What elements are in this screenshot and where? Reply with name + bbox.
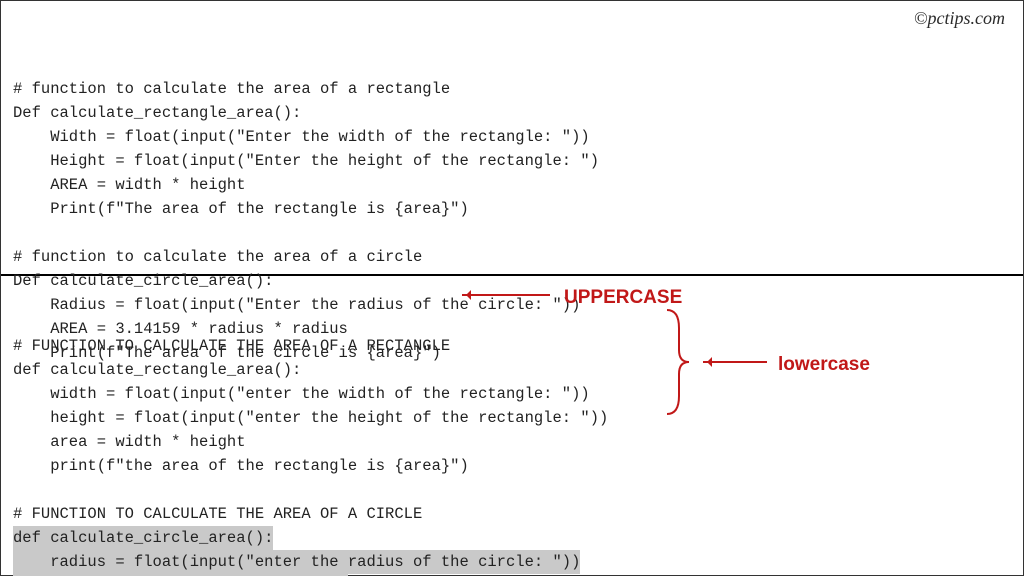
code-line: height = float(input("enter the height o…	[13, 406, 1011, 430]
code-line: print(f"the area of the rectangle is {ar…	[13, 454, 1011, 478]
lowercase-arrow	[703, 361, 767, 363]
code-line: Width = float(input("Enter the width of …	[13, 125, 1011, 149]
brace-icon	[663, 308, 691, 416]
code-line: def calculate_circle_area():	[13, 526, 1011, 550]
highlighted-text: def calculate_circle_area():	[13, 526, 273, 550]
code-line: area = width * height	[13, 430, 1011, 454]
code-line: # FUNCTION TO CALCULATE THE AREA OF A CI…	[13, 502, 1011, 526]
code-line: Height = float(input("Enter the height o…	[13, 149, 1011, 173]
uppercase-arrow	[462, 294, 550, 296]
viewport: ©pctips.com # function to calculate the …	[0, 0, 1024, 576]
watermark: ©pctips.com	[914, 5, 1005, 33]
code-line: # function to calculate the area of a re…	[13, 77, 1011, 101]
code-line: # function to calculate the area of a ci…	[13, 245, 1011, 269]
code-line: radius = float(input("enter the radius o…	[13, 550, 1011, 574]
bottom-code-pane: # FUNCTION TO CALCULATE THE AREA OF A RE…	[1, 276, 1023, 575]
lowercase-label: lowercase	[778, 350, 870, 379]
top-code-pane: ©pctips.com # function to calculate the …	[1, 1, 1023, 276]
code-line	[13, 221, 1011, 245]
code-line: Print(f"The area of the rectangle is {ar…	[13, 197, 1011, 221]
highlighted-text: radius = float(input("enter the radius o…	[13, 550, 580, 574]
code-line: width = float(input("enter the width of …	[13, 382, 1011, 406]
code-line	[13, 478, 1011, 502]
code-line: Def calculate_rectangle_area():	[13, 101, 1011, 125]
code-line: AREA = width * height	[13, 173, 1011, 197]
